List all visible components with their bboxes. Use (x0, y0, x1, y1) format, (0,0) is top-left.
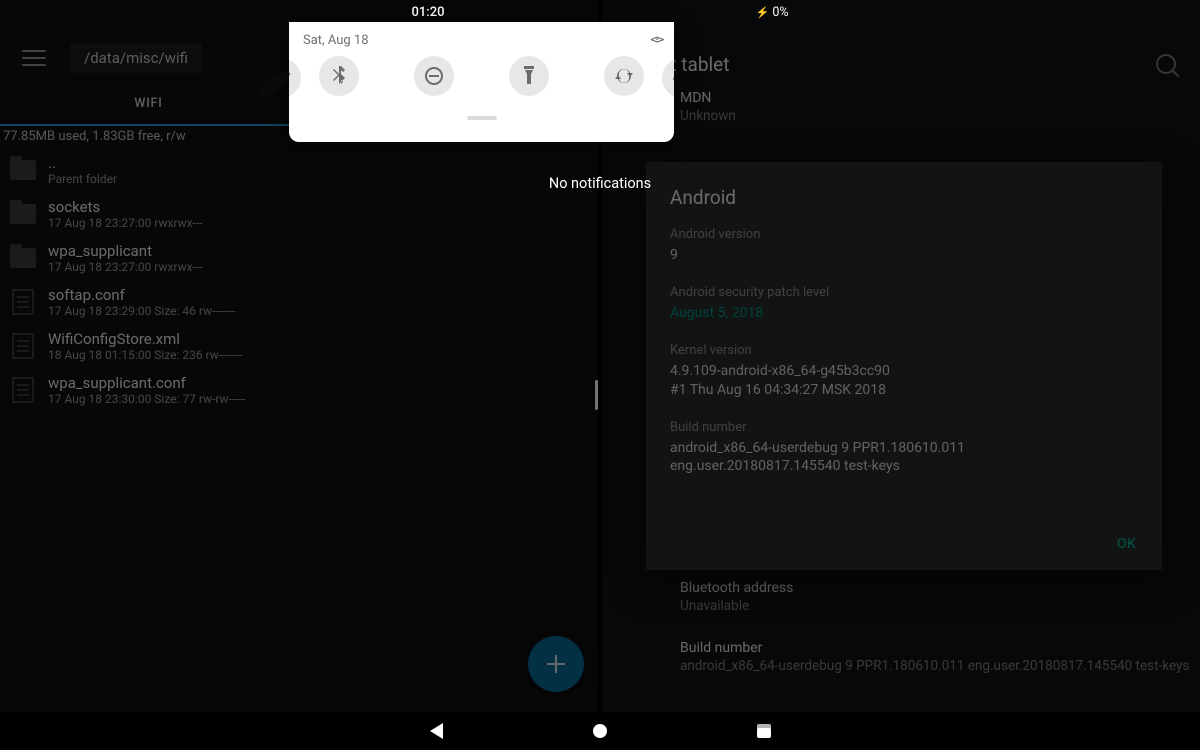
dialog-label: Android version (670, 227, 1138, 242)
dialog-value: 4.9.109-android-x86_64-g45b3cc90 #1 Thu … (670, 362, 1138, 400)
file-row[interactable]: WifiConfigStore.xml 18 Aug 18 01:15:00 S… (0, 324, 600, 368)
expand-icon[interactable]: <·> (650, 32, 661, 48)
android-info-dialog: Android Android version 9 Android securi… (646, 162, 1162, 570)
tab-wifi[interactable]: WIFI (0, 86, 297, 111)
path-display[interactable]: /data/misc/wifi (70, 43, 202, 73)
file-row[interactable]: wpa_supplicant.conf 17 Aug 18 23:30:00 S… (0, 368, 600, 412)
dialog-content: Android version 9 Android security patch… (646, 221, 1162, 518)
file-icon (8, 287, 38, 317)
nav-back-button[interactable] (430, 723, 443, 739)
file-meta: 18 Aug 18 01:15:00 Size: 236 rw------- (48, 348, 242, 363)
file-name: .. (48, 154, 117, 172)
tab-active-indicator (0, 124, 297, 127)
dialog-row-version[interactable]: Android version 9 (670, 227, 1138, 265)
settings-row-build[interactable]: Build number android_x86_64-userdebug 9 … (680, 640, 1200, 674)
status-battery: ⚡ 0% (756, 5, 789, 20)
shade-drag-handle-icon[interactable] (467, 116, 497, 120)
file-meta: 17 Aug 18 23:27:00 rwxrwx--- (48, 216, 203, 231)
settings-label: Bluetooth address (680, 580, 1200, 596)
folder-icon (8, 199, 38, 229)
status-bar: 01:20 ⚡ 0% (0, 0, 1200, 22)
file-meta: 17 Aug 18 23:29:00 Size: 46 rw------- (48, 304, 235, 319)
dialog-label: Android security patch level (670, 285, 1138, 300)
file-meta: 17 Aug 18 23:27:00 rwxrwx--- (48, 260, 203, 275)
nav-bar (0, 712, 1200, 750)
file-name: wpa_supplicant.conf (48, 374, 245, 392)
search-icon[interactable] (1156, 54, 1176, 74)
file-name: sockets (48, 198, 203, 216)
fab-add-button[interactable] (528, 636, 584, 692)
shade-date: Sat, Aug 18 (303, 33, 369, 48)
file-row[interactable]: wpa_supplicant 17 Aug 18 23:27:00 rwxrwx… (0, 236, 600, 280)
dialog-row-patch[interactable]: Android security patch level August 5, 2… (670, 285, 1138, 323)
qs-tile-rotate[interactable] (604, 56, 644, 96)
menu-icon[interactable] (22, 46, 46, 70)
file-meta: 17 Aug 18 23:30:00 Size: 77 rw-rw----- (48, 392, 245, 407)
charging-icon: ⚡ (756, 6, 770, 19)
file-name: wpa_supplicant (48, 242, 203, 260)
settings-app: About tablet MDN Unknown Bluetooth addre… (602, 0, 1200, 712)
settings-header: About tablet (602, 38, 1200, 90)
battery-percent: 0% (772, 5, 788, 20)
file-row[interactable]: sockets 17 Aug 18 23:27:00 rwxrwx--- (0, 192, 600, 236)
qs-tile-dnd[interactable] (414, 56, 454, 96)
status-time: 01:20 (412, 5, 445, 20)
qs-tile-flashlight[interactable] (509, 56, 549, 96)
file-icon (8, 375, 38, 405)
dialog-row-build[interactable]: Build number android_x86_64-userdebug 9 … (670, 420, 1138, 477)
storage-info: 77.85MB used, 1.83GB free, r/w (3, 129, 186, 144)
file-name: softap.conf (48, 286, 235, 304)
dialog-label: Kernel version (670, 343, 1138, 358)
settings-value: Unknown (680, 108, 1200, 124)
nav-recent-button[interactable] (757, 724, 771, 738)
settings-row-bt[interactable]: Bluetooth address Unavailable (680, 580, 1200, 614)
settings-value: Unavailable (680, 598, 1200, 614)
settings-label: MDN (680, 90, 1200, 106)
file-name: WifiConfigStore.xml (48, 330, 242, 348)
split-handle-icon[interactable] (595, 380, 598, 410)
dialog-value: 9 (670, 246, 1138, 265)
settings-label: Build number (680, 640, 1200, 656)
dialog-label: Build number (670, 420, 1138, 435)
notification-shade[interactable]: Sat, Aug 18 <·> (289, 22, 674, 142)
settings-value: android_x86_64-userdebug 9 PPR1.180610.0… (680, 658, 1200, 674)
dialog-value: August 5, 2018 (670, 304, 1138, 323)
no-notifications-label: No notifications (0, 175, 1200, 192)
qs-tile-bluetooth[interactable] (319, 56, 359, 96)
file-icon (8, 331, 38, 361)
dialog-row-kernel[interactable]: Kernel version 4.9.109-android-x86_64-g4… (670, 343, 1138, 400)
file-row[interactable]: softap.conf 17 Aug 18 23:29:00 Size: 46 … (0, 280, 600, 324)
dialog-value: android_x86_64-userdebug 9 PPR1.180610.0… (670, 439, 1138, 477)
dialog-ok-button[interactable]: OK (1103, 526, 1150, 562)
folder-icon (8, 243, 38, 273)
settings-row-mdn[interactable]: MDN Unknown (680, 90, 1200, 124)
nav-home-button[interactable] (593, 724, 607, 738)
